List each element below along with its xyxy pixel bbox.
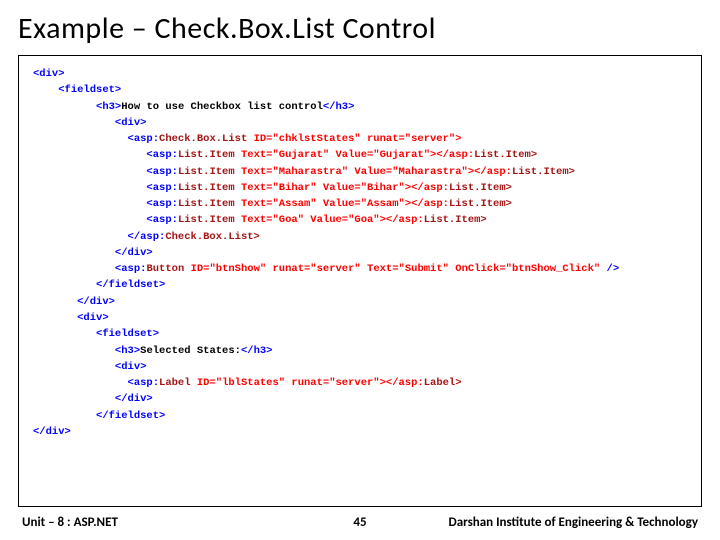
code-content: <div> <fieldset> <h3>How to use Checkbox…: [33, 66, 687, 440]
slide-title: Example – Check.Box.List Control: [18, 10, 702, 47]
footer-page-number: 45: [353, 515, 366, 530]
code-example-box: <div> <fieldset> <h3>How to use Checkbox…: [18, 55, 702, 507]
footer-unit: Unit – 8 : ASP.NET: [22, 515, 118, 530]
footer-institute: Darshan Institute of Engineering & Techn…: [449, 515, 699, 530]
slide: Example – Check.Box.List Control <div> <…: [0, 0, 720, 540]
slide-footer: Unit – 8 : ASP.NET 45 Darshan Institute …: [18, 507, 702, 540]
